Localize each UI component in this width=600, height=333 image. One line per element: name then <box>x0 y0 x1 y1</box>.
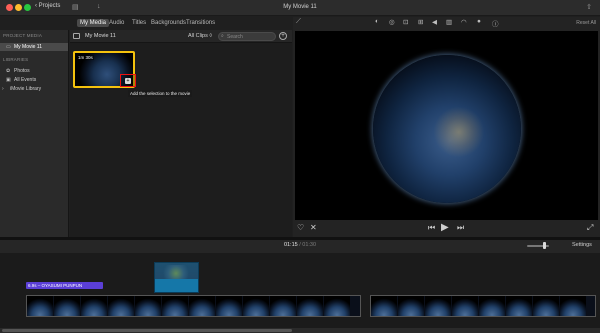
clip-frame <box>81 296 107 316</box>
add-tooltip: Add the selection to the movie <box>128 90 193 97</box>
current-time: 01:15 <box>283 242 298 248</box>
favorite-icon[interactable]: ♡ <box>297 223 304 232</box>
disclosure-icon: › <box>2 86 4 92</box>
timeline[interactable]: 6.9s – OYASUMI PUNPUN <box>0 253 600 333</box>
sidebar-item-label: Photos <box>14 68 30 74</box>
clip-frame <box>425 296 451 316</box>
total-time: / 01:30 <box>299 242 317 248</box>
add-icon: + <box>125 77 131 84</box>
sidebar-item-project[interactable]: ▭ My Movie 11 <box>0 43 68 51</box>
clip-frame <box>479 296 505 316</box>
timeline-settings-button[interactable]: Settings <box>572 242 592 248</box>
clip-frame <box>560 296 586 316</box>
clip-frame <box>189 296 215 316</box>
skip-back-icon[interactable]: ⏮ <box>428 223 435 233</box>
reset-all-button[interactable]: Reset All <box>576 20 596 26</box>
clip-duration: 1m 30s <box>77 55 94 60</box>
clip-frame <box>216 296 242 316</box>
sidebar-toggle-icon[interactable] <box>73 33 80 39</box>
search-input[interactable] <box>227 33 275 40</box>
timeline-toolbar: 01:15 / 01:30 Settings <box>0 240 600 253</box>
share-icon[interactable]: ⇧ <box>586 3 592 11</box>
info-icon[interactable]: ⓘ <box>492 18 499 28</box>
magic-wand-icon[interactable]: ⟋ <box>296 18 301 26</box>
sidebar-item-label: All Events <box>14 77 37 83</box>
browser-toolbar: My Movie 11 All Clips ◊ ⌕ + <box>70 30 292 43</box>
volume-icon[interactable]: ◀ <box>432 18 437 26</box>
settings-gear-icon[interactable]: + <box>279 32 287 40</box>
scrollbar-thumb[interactable] <box>2 329 292 332</box>
clip-frame <box>108 296 134 316</box>
clip-frame <box>243 296 269 316</box>
video-clip-1[interactable] <box>26 295 361 317</box>
color-correction-icon[interactable]: ◎ <box>389 18 395 26</box>
tab-audio[interactable]: Audio <box>106 19 127 27</box>
music-clip[interactable]: 6.9s – OYASUMI PUNPUN <box>26 282 103 289</box>
video-clip-2[interactable] <box>370 295 596 317</box>
clip-frame <box>452 296 478 316</box>
zoom-slider-knob[interactable] <box>543 242 546 249</box>
tab-transitions[interactable]: Transitions <box>183 19 218 27</box>
stabilization-icon[interactable]: ⊞ <box>418 18 423 26</box>
timecode: 01:15 / 01:30 <box>0 242 600 248</box>
browser-title: My Movie 11 <box>85 33 116 39</box>
clip-frame <box>533 296 559 316</box>
filter-icon[interactable]: ● <box>477 18 481 25</box>
play-icon[interactable]: ▶ <box>441 222 449 233</box>
tab-my-media[interactable]: My Media <box>77 19 110 27</box>
media-browser: My Movie 11 All Clips ◊ ⌕ + 1m 30s + Add… <box>70 30 292 237</box>
media-tab-row: My Media Audio Titles Backgrounds Transi… <box>0 17 290 30</box>
photos-icon: ✿ <box>6 68 11 74</box>
video-preview[interactable] <box>295 31 598 220</box>
sidebar-item-photos[interactable]: ✿ Photos <box>0 67 68 75</box>
clip-frame <box>54 296 80 316</box>
timeline-scrollbar[interactable] <box>0 328 600 333</box>
sidebar-item-label: iMovie Library <box>10 86 42 92</box>
skip-forward-icon[interactable]: ⏭ <box>457 223 464 233</box>
reject-icon[interactable]: ✕ <box>310 223 317 232</box>
color-balance-icon[interactable]: ◐ <box>375 18 379 25</box>
cutaway-clip[interactable] <box>154 262 199 293</box>
clip-frame <box>324 296 350 316</box>
viewer: ⟋ ◐ ◎ ⊡ ⊞ ◀ ▥ ◠ ● ⓘ Reset All ♡ ✕ ⏮ ▶ ⏭ … <box>293 17 600 237</box>
sidebar-item-all-events[interactable]: ▣ All Events <box>0 76 68 84</box>
title-bar: ‹ Projects ▤ ↓ My Movie 11 ⇧ <box>0 0 600 16</box>
search-icon: ⌕ <box>221 33 224 39</box>
noise-reduction-icon[interactable]: ▥ <box>446 18 452 26</box>
project-media-header: PROJECT MEDIA <box>3 33 43 38</box>
library-sidebar: PROJECT MEDIA ▭ My Movie 11 LIBRARIES ✿ … <box>0 30 69 237</box>
clip-frame <box>506 296 532 316</box>
earth-image <box>373 55 521 203</box>
clip-frame <box>270 296 296 316</box>
fullscreen-icon[interactable]: ⤢ <box>587 223 593 233</box>
clip-frame <box>398 296 424 316</box>
clip-frame <box>371 296 397 316</box>
crop-icon[interactable]: ⊡ <box>403 18 408 26</box>
clip-frame <box>135 296 161 316</box>
speed-icon[interactable]: ◠ <box>461 18 467 26</box>
search-field[interactable]: ⌕ <box>218 32 276 41</box>
viewer-toolbar: ⟋ ◐ ◎ ⊡ ⊞ ◀ ▥ ◠ ● ⓘ Reset All <box>293 17 600 30</box>
clip-frame <box>27 296 53 316</box>
sidebar-item-imovie-library[interactable]: › iMovie Library <box>0 85 68 93</box>
add-to-movie-button[interactable]: + <box>120 74 136 87</box>
tab-titles[interactable]: Titles <box>129 19 149 27</box>
film-icon: ▭ <box>6 44 11 50</box>
libraries-header: LIBRARIES <box>3 57 29 62</box>
clip-frame <box>162 296 188 316</box>
clip-frame <box>297 296 323 316</box>
sidebar-item-label: My Movie 11 <box>14 44 42 50</box>
events-icon: ▣ <box>6 77 11 83</box>
all-clips-dropdown[interactable]: All Clips ◊ <box>188 33 212 39</box>
window-title: My Movie 11 <box>283 4 317 10</box>
